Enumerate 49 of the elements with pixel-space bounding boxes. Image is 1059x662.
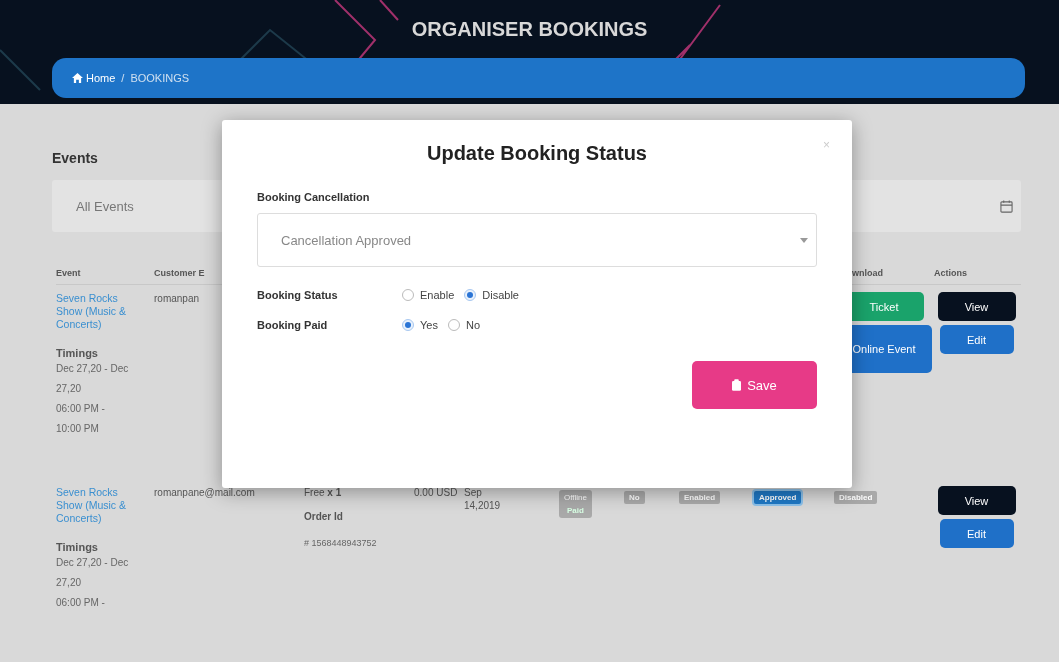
timings-label: Timings bbox=[56, 347, 99, 359]
timings-text: 06:00 PM - bbox=[56, 596, 106, 610]
timings-text: Dec 27,20 - Dec 27,20 bbox=[56, 362, 130, 396]
status-badge: No bbox=[624, 491, 645, 504]
radio-label: Yes bbox=[420, 319, 438, 331]
edit-button[interactable]: Edit bbox=[939, 325, 1014, 354]
filter-label: Events bbox=[52, 150, 98, 166]
timings-label: Timings bbox=[56, 541, 99, 553]
ticket-cell: Free x 1 bbox=[304, 486, 342, 499]
clipboard-icon bbox=[732, 379, 742, 391]
timings-text: Dec 27,20 - Dec 27,20 bbox=[56, 556, 130, 590]
radio-button[interactable] bbox=[464, 289, 477, 301]
status-badge: Disabled bbox=[834, 491, 878, 504]
radio-button[interactable] bbox=[402, 319, 414, 331]
save-button[interactable]: Save bbox=[692, 361, 817, 409]
home-icon bbox=[72, 73, 83, 83]
column-header: Actions bbox=[934, 268, 967, 278]
field-label: Booking Paid bbox=[257, 319, 329, 331]
breadcrumb-separator: / bbox=[121, 72, 125, 84]
edit-button[interactable]: Edit bbox=[939, 519, 1014, 548]
order-id-label: Order Id bbox=[304, 511, 343, 522]
event-link[interactable]: Seven Rocks Show (Music & Concerts) bbox=[56, 486, 136, 525]
event-link[interactable]: Seven Rocks Show (Music & Concerts) bbox=[56, 292, 136, 331]
email-cell: romanpane@mail.com bbox=[154, 486, 255, 499]
caret-icon bbox=[800, 238, 808, 243]
page-title: ORGANISER BOOKINGS bbox=[410, 17, 649, 41]
field-label: Booking Cancellation bbox=[257, 191, 371, 203]
field-label: Booking Status bbox=[257, 289, 339, 301]
column-header: wnload bbox=[852, 268, 883, 278]
price-cell: 0.00 USD bbox=[414, 486, 458, 499]
date-cell-text: Sep 14,2019 bbox=[464, 486, 502, 512]
view-button[interactable]: View bbox=[937, 292, 1016, 321]
calendar-icon bbox=[1000, 199, 1013, 213]
payment-badge: Offline Paid bbox=[559, 490, 592, 518]
cancellation-select[interactable]: Cancellation Approved bbox=[257, 213, 817, 267]
home-link[interactable]: Home bbox=[72, 72, 116, 84]
email-cell: romanpan bbox=[154, 292, 200, 305]
view-button[interactable]: View bbox=[937, 486, 1016, 515]
timings-text: 06:00 PM - 10:00 PM bbox=[56, 402, 106, 436]
status-badge: Enabled bbox=[679, 491, 721, 504]
column-header: Event bbox=[56, 268, 81, 278]
column-header: Customer E bbox=[154, 268, 205, 278]
modal-title: Update Booking Status bbox=[426, 142, 648, 165]
radio-label: No bbox=[465, 319, 480, 331]
breadcrumb-current: BOOKINGS bbox=[130, 72, 190, 84]
order-id-text: # 1568448943752 bbox=[304, 537, 378, 550]
status-badge: Approved bbox=[754, 491, 802, 504]
radio-label: Enable bbox=[420, 289, 455, 301]
radio-label: Disable bbox=[482, 289, 519, 301]
